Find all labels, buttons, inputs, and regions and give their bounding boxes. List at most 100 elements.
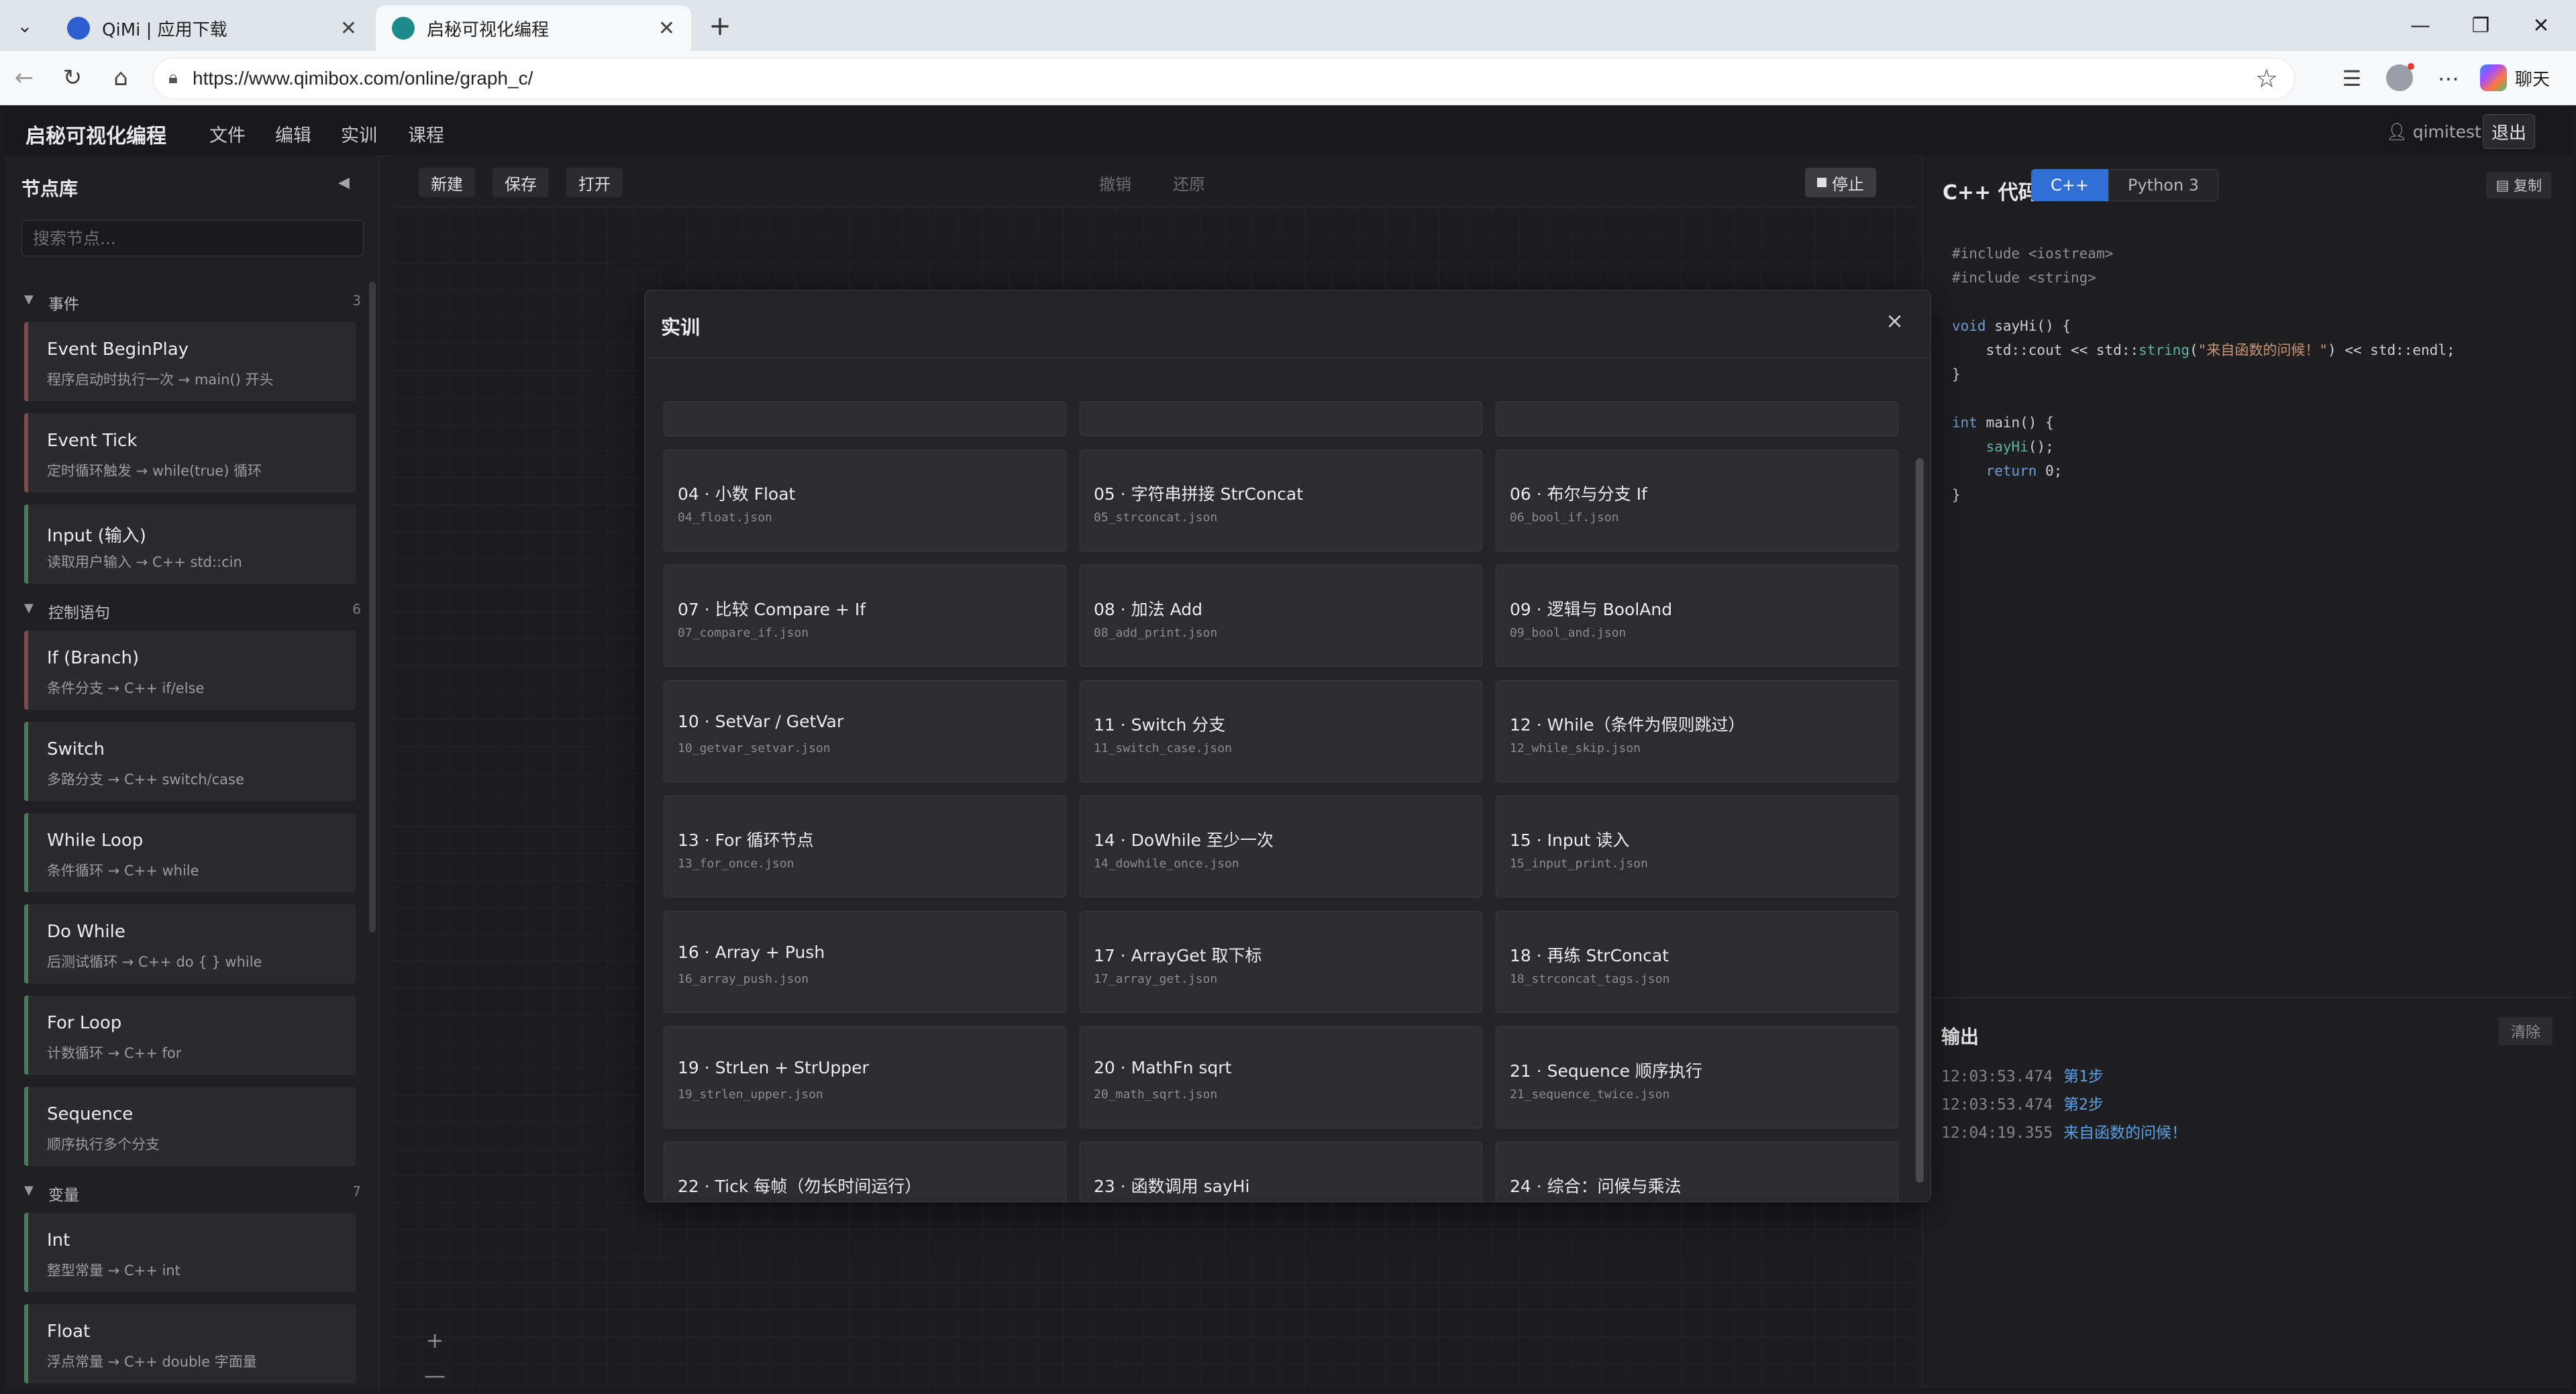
- node-title: Sequence: [47, 1104, 134, 1124]
- node-title: Do While: [47, 922, 125, 942]
- lesson-card[interactable]: 22 · Tick 每帧（勿长时间运行）22_tick_demo.json: [664, 1142, 1066, 1201]
- node-float[interactable]: Float 浮点常量 → C++ double 字面量: [24, 1304, 356, 1383]
- more-menu-icon[interactable]: ⋯: [2432, 62, 2465, 95]
- lesson-card[interactable]: 24 · 综合：问候与乘法24_review_hello_calc.json: [1496, 1142, 1898, 1201]
- output-title: 输出: [1941, 1026, 1979, 1048]
- logout-button[interactable]: 退出: [2483, 114, 2535, 149]
- node-switch[interactable]: Switch 多路分支 → C++ switch/case: [24, 722, 356, 801]
- close-icon[interactable]: ✕: [658, 17, 675, 40]
- lesson-file: 19_strlen_upper.json: [678, 1087, 823, 1102]
- lesson-card[interactable]: 23 · 函数调用 sayHi23_func_hello.json: [1080, 1142, 1482, 1201]
- favorite-star-icon[interactable]: ☆: [2255, 64, 2278, 93]
- refresh-icon[interactable]: ↻: [56, 62, 89, 94]
- node-sequence[interactable]: Sequence 顺序执行多个分支: [24, 1087, 356, 1166]
- restore-icon[interactable]: ❐: [2451, 7, 2511, 44]
- tab-list-chevron-icon[interactable]: ⌄: [5, 9, 44, 42]
- node-library-scrollbar[interactable]: [369, 282, 376, 932]
- window-close-icon[interactable]: ✕: [2511, 7, 2571, 44]
- lesson-card[interactable]: 19 · StrLen + StrUpper 19_strlen_upper.js…: [664, 1026, 1066, 1128]
- lesson-card[interactable]: [1080, 401, 1482, 436]
- favorites-icon[interactable]: ☰: [2335, 62, 2369, 95]
- home-icon[interactable]: ⌂: [105, 62, 137, 94]
- lesson-card[interactable]: 21 · Sequence 顺序执行 21_sequence_twice.json: [1496, 1026, 1898, 1128]
- tab-cpp[interactable]: C++: [2031, 169, 2108, 201]
- address-bar[interactable]: 🔒︎ https://www.qimibox.com/online/graph_…: [153, 58, 2295, 99]
- menu-course[interactable]: 课程: [408, 121, 444, 147]
- browser-tab-qimi-download[interactable]: QiMi | 应用下载 ✕: [51, 5, 373, 51]
- node-library-panel: 节点库 ◀ ▼ 事件 3 Event BeginPlay 程序启动时执行一次 →…: [5, 156, 379, 1389]
- lesson-card[interactable]: 07 · 比较 Compare + If 07_compare_if.json: [664, 565, 1066, 667]
- zoom-controls: + — ⛶ 🔒︎: [416, 1323, 454, 1394]
- lesson-card[interactable]: 08 · 加法 Add 08_add_print.json: [1080, 565, 1482, 667]
- node-desc: 定时循环触发 → while(true) 循环: [47, 463, 262, 479]
- lesson-card[interactable]: 18 · 再练 StrConcat 18_strconcat_tags.json: [1496, 911, 1898, 1013]
- lesson-card[interactable]: [1496, 401, 1898, 436]
- lesson-card[interactable]: 04 · 小数 Float 04_float.json: [664, 449, 1066, 551]
- new-button[interactable]: 新建: [419, 168, 475, 197]
- modal-header: 实训 ×: [645, 290, 1930, 358]
- lesson-card[interactable]: 11 · Switch 分支 11_switch_case.json: [1080, 680, 1482, 782]
- lesson-card[interactable]: 20 · MathFn sqrt 20_math_sqrt.json: [1080, 1026, 1482, 1128]
- undo-button[interactable]: 撤销: [1087, 168, 1143, 197]
- lesson-card[interactable]: [664, 401, 1066, 436]
- user-icon: 👤︎: [2386, 122, 2408, 142]
- minimize-icon[interactable]: —: [2390, 7, 2451, 44]
- zoom-in-icon[interactable]: +: [416, 1323, 454, 1358]
- app-header: 启秘可视化编程 文件 编辑 实训 课程 👤︎ qimitest 退出: [5, 106, 2571, 156]
- copy-code-button[interactable]: ▤ 复制: [2486, 172, 2551, 199]
- node-event-beginplay[interactable]: Event BeginPlay 程序启动时执行一次 → main() 开头: [24, 322, 356, 401]
- back-arrow-icon[interactable]: ←: [8, 62, 40, 94]
- menu-file[interactable]: 文件: [209, 121, 246, 147]
- new-tab-plus-icon[interactable]: +: [703, 9, 737, 43]
- category-control[interactable]: ▼ 控制语句 6: [17, 596, 365, 625]
- code-view[interactable]: #include <iostream> #include <string> vo…: [1952, 242, 2455, 507]
- lesson-card[interactable]: 10 · SetVar / GetVar 10_getvar_setvar.jso…: [664, 680, 1066, 782]
- modal-scrollbar[interactable]: [1916, 458, 1924, 1183]
- lesson-card[interactable]: 14 · DoWhile 至少一次 14_dowhile_once.json: [1080, 796, 1482, 898]
- lesson-card[interactable]: 09 · 逻辑与 BoolAnd 09_bool_and.json: [1496, 565, 1898, 667]
- lesson-file: 16_array_push.json: [678, 972, 809, 986]
- lesson-card[interactable]: 16 · Array + Push 16_array_push.json: [664, 911, 1066, 1013]
- node-input[interactable]: Input (输入) 读取用户输入 → C++ std::cin: [24, 504, 356, 584]
- zoom-out-icon[interactable]: —: [416, 1358, 454, 1393]
- collapse-arrow-icon[interactable]: ◀: [338, 174, 350, 191]
- browser-tab-visual-programming[interactable]: 启秘可视化编程 ✕: [376, 5, 691, 51]
- node-do-while[interactable]: Do While 后测试循环 → C++ do { } while: [24, 904, 356, 983]
- menu-training[interactable]: 实训: [341, 121, 377, 147]
- tab-python[interactable]: Python 3: [2108, 169, 2219, 201]
- menu-edit[interactable]: 编辑: [275, 121, 311, 147]
- lesson-card[interactable]: 15 · Input 读入 15_input_print.json: [1496, 796, 1898, 898]
- lesson-card[interactable]: 13 · For 循环节点 13_for_once.json: [664, 796, 1066, 898]
- clear-output-button[interactable]: 清除: [2498, 1017, 2553, 1045]
- node-desc: 程序启动时执行一次 → main() 开头: [47, 372, 274, 388]
- node-title: Event Tick: [47, 431, 138, 451]
- lesson-title: 17 · ArrayGet 取下标: [1094, 946, 1262, 965]
- url-text[interactable]: https://www.qimibox.com/online/graph_c/: [193, 68, 533, 89]
- save-button[interactable]: 保存: [493, 168, 549, 197]
- panel-divider[interactable]: [1922, 997, 2571, 998]
- lesson-card[interactable]: 12 · While（条件为假则跳过） 12_while_skip.json: [1496, 680, 1898, 782]
- code-token: }: [1952, 487, 1961, 503]
- copilot-chat-button[interactable]: 聊天: [2480, 63, 2550, 93]
- node-event-tick[interactable]: Event Tick 定时循环触发 → while(true) 循环: [24, 413, 356, 492]
- close-icon[interactable]: ×: [1886, 308, 1904, 333]
- node-int[interactable]: Int 整型常量 → C++ int: [24, 1213, 356, 1292]
- stop-button[interactable]: 停止: [1805, 168, 1876, 197]
- close-icon[interactable]: ✕: [340, 17, 357, 40]
- lesson-card[interactable]: 05 · 字符串拼接 StrConcat 05_strconcat.json: [1080, 449, 1482, 551]
- node-for-loop[interactable]: For Loop 计数循环 → C++ for: [24, 996, 356, 1075]
- node-while-loop[interactable]: While Loop 条件循环 → C++ while: [24, 813, 356, 892]
- lock-icon[interactable]: 🔒︎: [168, 68, 178, 89]
- open-button[interactable]: 打开: [566, 168, 623, 197]
- category-variables[interactable]: ▼ 变量 7: [17, 1178, 365, 1208]
- node-if-branch[interactable]: If (Branch) 条件分支 → C++ if/else: [24, 631, 356, 710]
- category-events[interactable]: ▼ 事件 3: [17, 287, 365, 317]
- lesson-title: 09 · 逻辑与 BoolAnd: [1510, 600, 1673, 619]
- modal-body[interactable]: 04 · 小数 Float 04_float.json 05 · 字符串拼接 Str…: [645, 358, 1930, 1201]
- code-token: <string>: [2028, 270, 2096, 286]
- lesson-card[interactable]: 17 · ArrayGet 取下标 17_array_get.json: [1080, 911, 1482, 1013]
- node-search-input[interactable]: [21, 220, 364, 256]
- redo-button[interactable]: 还原: [1161, 168, 1217, 197]
- code-token: string: [2139, 342, 2190, 358]
- lesson-card[interactable]: 06 · 布尔与分支 If 06_bool_if.json: [1496, 449, 1898, 551]
